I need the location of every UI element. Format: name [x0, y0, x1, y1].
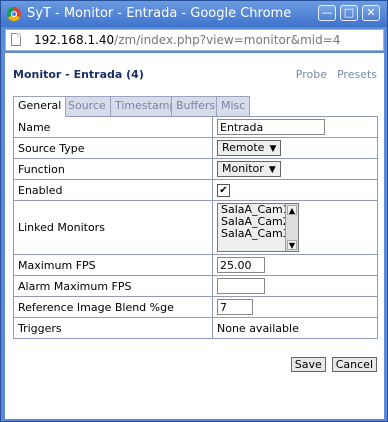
source-type-select[interactable]: Remote ▼	[217, 140, 282, 156]
max-fps-label: Maximum FPS	[13, 254, 213, 276]
linked-monitors-list[interactable]: SalaA_Cam1 SalaA_Cam2 SalaA_Cam3 ▲ ▼	[217, 203, 299, 252]
table-row: Reference Image Blend %ge	[13, 296, 378, 318]
cancel-button[interactable]: Cancel	[331, 357, 377, 372]
name-input[interactable]	[217, 119, 325, 135]
table-row: Linked Monitors SalaA_Cam1 SalaA_Cam2 Sa…	[13, 200, 378, 255]
browser-window: SyT - Monitor - Entrada - Google Chrome …	[0, 0, 388, 422]
monitor-form: Name Source Type Remote ▼ Function Monito…	[13, 116, 378, 339]
source-type-value: Remote	[222, 141, 265, 154]
table-row: Alarm Maximum FPS	[13, 275, 378, 297]
chevron-down-icon: ▼	[269, 144, 277, 154]
page-content: Monitor - Entrada (4) Probe Presets Gener…	[5, 53, 384, 419]
alarm-max-fps-input[interactable]	[217, 278, 265, 294]
maximize-button[interactable]: □	[340, 5, 358, 21]
chevron-down-icon: ▼	[268, 165, 276, 175]
function-select[interactable]: Monitor ▼	[217, 161, 281, 177]
ref-blend-label: Reference Image Blend %ge	[13, 296, 213, 318]
title-bar: SyT - Monitor - Entrada - Google Chrome …	[1, 1, 387, 27]
save-button[interactable]: Save	[290, 357, 326, 372]
function-value: Monitor	[222, 162, 264, 175]
tab-source[interactable]: Source	[63, 96, 111, 116]
triggers-value: None available	[212, 317, 378, 339]
name-label: Name	[13, 116, 213, 138]
url-host: 192.168.1.40	[34, 33, 115, 47]
address-bar[interactable]: 192.168.1.40/zm/index.php?view=monitor&m…	[5, 29, 384, 51]
source-type-label: Source Type	[13, 137, 213, 159]
url-path: /zm/index.php?view=monitor&mid=4	[114, 33, 341, 47]
table-row: Triggers None available	[13, 317, 378, 339]
ref-blend-input[interactable]	[217, 299, 253, 315]
table-row: Source Type Remote ▼	[13, 137, 378, 159]
scroll-down-icon[interactable]: ▼	[287, 240, 297, 250]
max-fps-input[interactable]	[217, 257, 265, 273]
form-buttons: Save Cancel	[285, 357, 377, 372]
close-button[interactable]: ✕	[362, 5, 380, 21]
presets-link[interactable]: Presets	[337, 68, 377, 81]
chrome-icon	[7, 7, 21, 21]
header-links: Probe Presets	[286, 68, 377, 81]
scroll-up-icon[interactable]: ▲	[287, 205, 297, 215]
probe-link[interactable]: Probe	[296, 68, 327, 81]
tab-misc[interactable]: Misc	[216, 96, 251, 116]
alarm-max-fps-label: Alarm Maximum FPS	[13, 275, 213, 297]
list-scrollbar[interactable]: ▲ ▼	[285, 204, 298, 251]
function-label: Function	[13, 158, 213, 180]
page-icon	[11, 33, 21, 46]
table-row: Function Monitor ▼	[13, 158, 378, 180]
tab-general[interactable]: General	[13, 96, 67, 117]
minimize-button[interactable]: —	[318, 5, 336, 21]
tab-buffers[interactable]: Buffers	[171, 96, 221, 116]
linked-monitors-label: Linked Monitors	[13, 200, 213, 255]
triggers-label: Triggers	[13, 317, 213, 339]
table-row: Name	[13, 116, 378, 138]
enabled-label: Enabled	[13, 179, 213, 201]
window-title: SyT - Monitor - Entrada - Google Chrome	[27, 6, 292, 21]
page-title: Monitor - Entrada (4)	[13, 68, 144, 81]
table-row: Maximum FPS	[13, 254, 378, 276]
table-row: Enabled ✔	[13, 179, 378, 201]
url-text[interactable]: 192.168.1.40/zm/index.php?view=monitor&m…	[34, 33, 340, 47]
enabled-checkbox[interactable]: ✔	[217, 183, 230, 197]
